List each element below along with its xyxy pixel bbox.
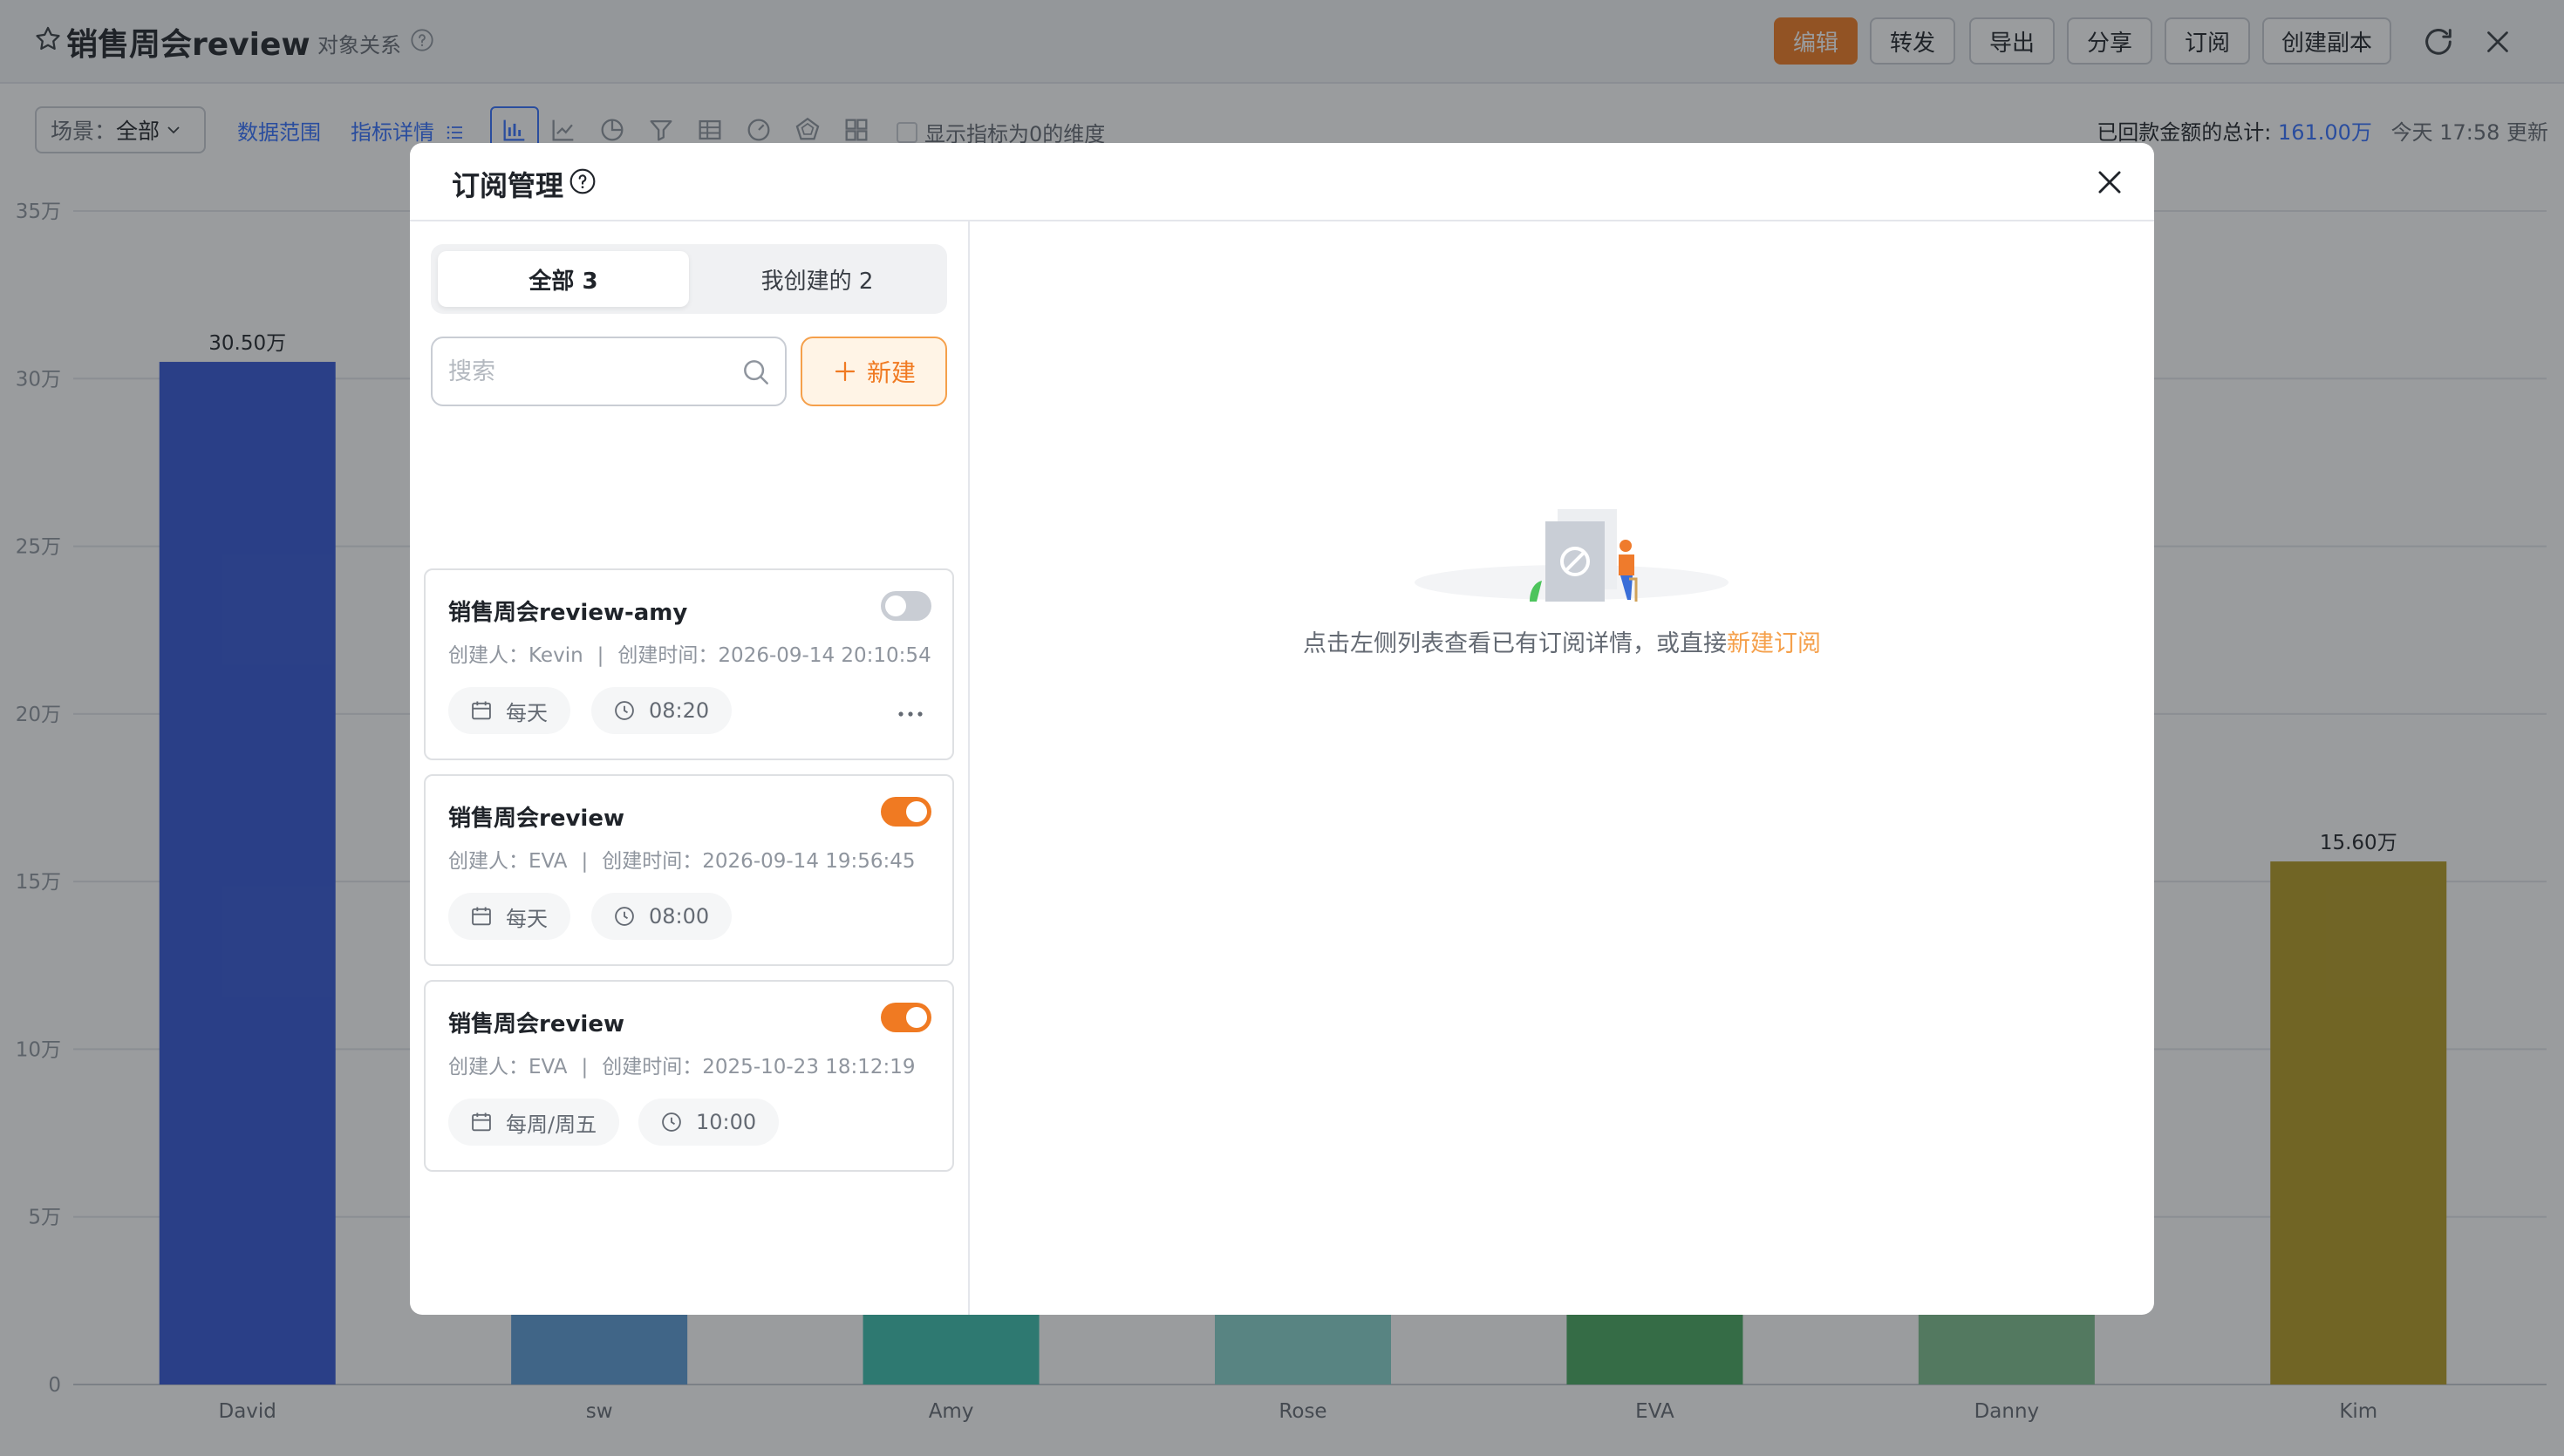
modal-header: 订阅管理 [410,143,2154,221]
created-time-text: 创建时间：2026-09-14 20:10:54 [617,644,931,667]
more-icon[interactable] [897,710,924,718]
frequency-text: 每天 [506,906,548,931]
empty-state-text: 点击左侧列表查看已有订阅详情，或直接新建订阅 [970,624,2154,658]
subscription-meta: 创建人：EVA | 创建时间：2026-09-14 19:56:45 [448,850,916,873]
modal-title: 订阅管理 [452,169,564,202]
clock-icon [615,907,634,926]
subscription-name: 销售周会review [448,1011,624,1038]
help-icon[interactable] [569,167,597,195]
subscription-card[interactable]: 销售周会review 创建人：EVA | 创建时间：2026-09-14 19:56… [424,774,954,966]
subscription-list-pane: 全部 3 我创建的 2 新建 销售周会review-amy 创建人：Kevin|… [410,221,970,1315]
calendar-icon [472,907,491,926]
time-text: 08:20 [649,698,710,723]
time-chip: 10:00 [638,1099,780,1146]
time-text: 08:00 [649,904,710,929]
empty-hint: 点击左侧列表查看已有订阅详情，或直接 [1303,630,1727,657]
time-chip: 08:20 [591,687,733,734]
subscription-toggle[interactable] [881,797,931,827]
modal-close-icon[interactable] [2093,166,2126,199]
subscription-toggle[interactable] [881,1003,931,1032]
creator-text: 创建人：EVA [448,850,568,873]
calendar-icon [472,1112,491,1132]
search-icon[interactable] [740,356,773,389]
subscription-card[interactable]: 销售周会review-amy 创建人：Kevin | 创建时间：2026-09-14… [424,568,954,760]
time-text: 10:00 [696,1110,757,1134]
frequency-text: 每天 [506,700,548,725]
search-field [431,337,787,406]
search-input[interactable] [448,352,727,391]
creator-text: 创建人：EVA [448,1056,568,1078]
frequency-chip: 每周/周五 [448,1099,620,1146]
created-time-text: 创建时间：2026-09-14 19:56:45 [602,850,916,873]
new-button-label: 新建 [866,358,916,387]
subscription-detail-pane: 点击左侧列表查看已有订阅详情，或直接新建订阅 [970,221,2154,1315]
frequency-chip: 每天 [448,893,570,940]
clock-icon [615,701,634,720]
subscription-modal: 订阅管理 全部 3 我创建的 2 新建 [410,143,2154,1315]
subscription-toggle[interactable] [881,591,931,621]
empty-state-illustration [1415,509,1729,602]
frequency-chip: 每天 [448,687,570,734]
subscription-name: 销售周会review-amy [448,600,688,626]
frequency-text: 每周/周五 [506,1112,597,1137]
tab-mine[interactable]: 我创建的 2 [692,251,942,307]
toggle-knob [885,595,906,616]
tab-all[interactable]: 全部 3 [438,251,689,307]
clock-icon [662,1112,681,1132]
new-subscription-button[interactable]: 新建 [801,337,947,406]
subscription-name: 销售周会review [448,806,624,832]
toggle-knob [906,1007,927,1028]
created-time-text: 创建时间：2025-10-23 18:12:19 [602,1056,916,1078]
subscription-tabs: 全部 3 我创建的 2 [431,244,947,314]
new-subscription-link[interactable]: 新建订阅 [1727,630,1821,657]
plus-icon [835,361,856,382]
creator-text: 创建人：Kevin [448,644,583,667]
calendar-icon [472,701,491,720]
subscription-meta: 创建人：Kevin | 创建时间：2026-09-14 20:10:54 [448,644,931,667]
subscription-card[interactable]: 销售周会review 创建人：EVA | 创建时间：2025-10-23 18:12… [424,980,954,1172]
time-chip: 08:00 [591,893,733,940]
toggle-knob [906,801,927,822]
subscription-meta: 创建人：EVA | 创建时间：2025-10-23 18:12:19 [448,1056,916,1078]
